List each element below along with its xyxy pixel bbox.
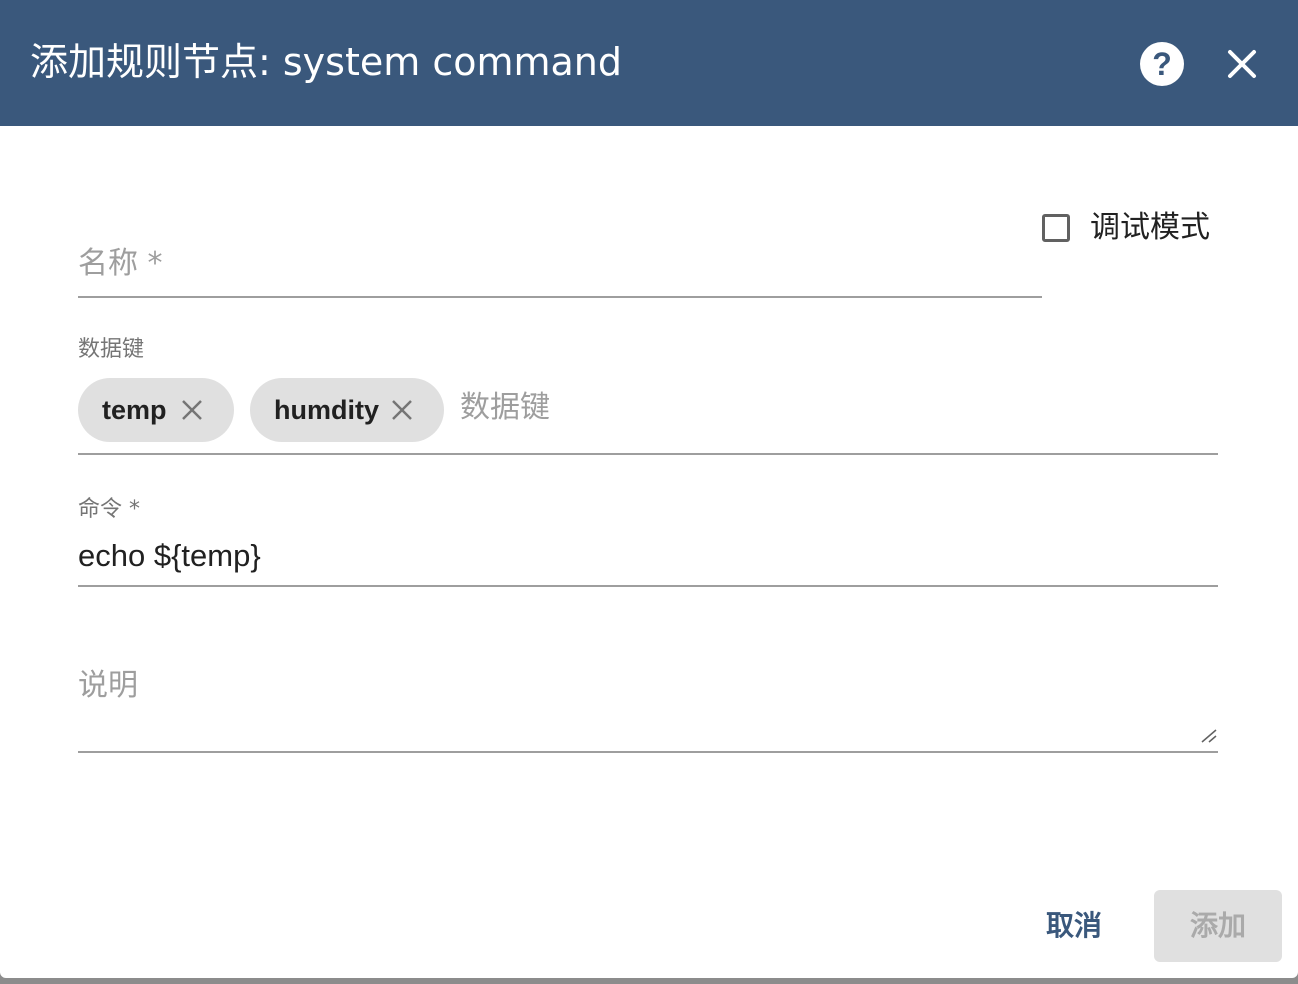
help-icon[interactable]: ? bbox=[1140, 42, 1184, 86]
description-textarea[interactable]: 说明 bbox=[78, 666, 138, 706]
command-label: 命令 * bbox=[78, 497, 140, 522]
chip-label: humdity bbox=[274, 395, 379, 425]
chip-temp[interactable]: temp bbox=[78, 378, 234, 442]
description-underline bbox=[78, 751, 1218, 753]
close-icon[interactable] bbox=[1218, 40, 1266, 88]
chip-humdity[interactable]: humdity bbox=[250, 378, 444, 442]
debug-mode-label[interactable]: 调试模式 bbox=[1090, 208, 1210, 248]
chip-label: temp bbox=[102, 395, 167, 425]
name-field-placeholder[interactable]: 名称 * bbox=[78, 244, 163, 284]
name-field-underline bbox=[78, 296, 1042, 298]
dialog-header: 添加规则节点: system command ? bbox=[0, 0, 1298, 126]
data-keys-underline bbox=[78, 453, 1218, 455]
dialog-title: 添加规则节点: system command bbox=[30, 40, 623, 84]
command-underline bbox=[78, 585, 1218, 587]
data-keys-label: 数据键 bbox=[78, 337, 145, 362]
add-rule-node-dialog: 添加规则节点: system command ? 名称 * 调试模式 数据键 t… bbox=[0, 0, 1298, 978]
resize-handle-icon[interactable] bbox=[1200, 728, 1218, 744]
data-keys-input[interactable]: 数据键 bbox=[460, 388, 550, 428]
chip-remove-icon[interactable] bbox=[180, 398, 204, 422]
command-input[interactable]: echo ${temp} bbox=[78, 536, 261, 576]
add-button: 添加 bbox=[1154, 890, 1282, 962]
debug-mode-checkbox[interactable] bbox=[1042, 214, 1070, 242]
cancel-button[interactable]: 取消 bbox=[1020, 894, 1128, 958]
chip-remove-icon[interactable] bbox=[390, 398, 414, 422]
